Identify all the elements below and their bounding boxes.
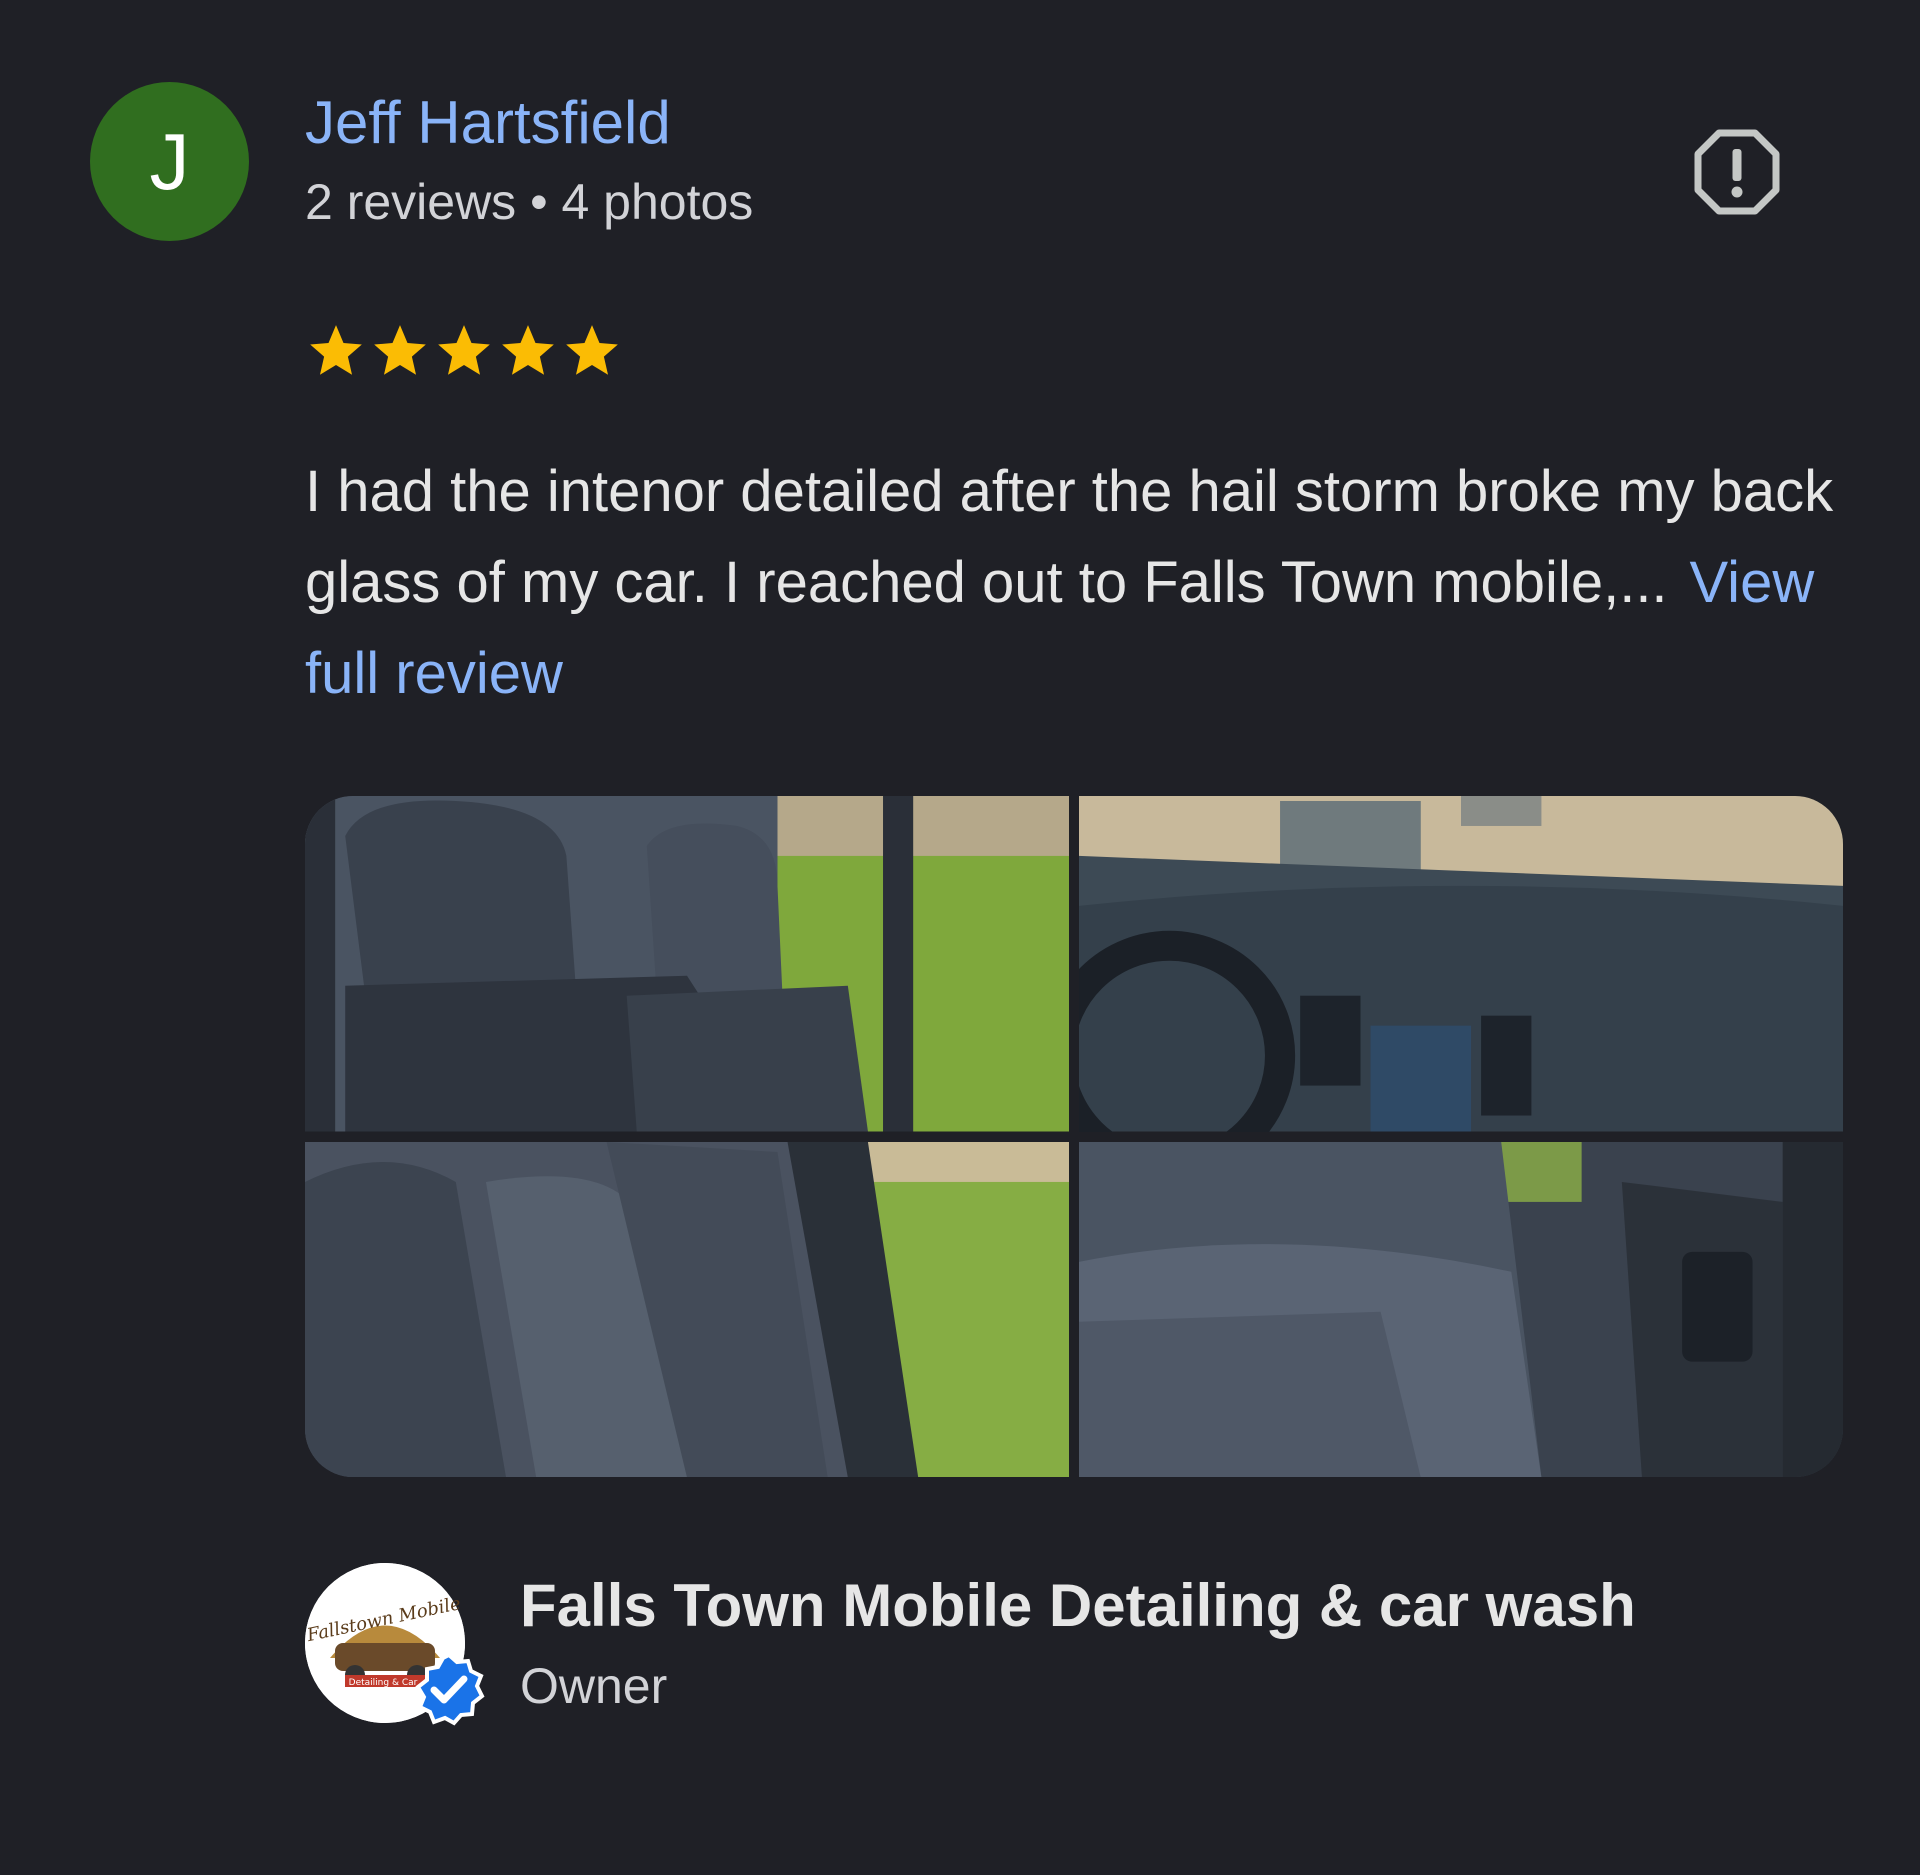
review-text: I had the intenor detailed after the hai… [305, 459, 1834, 615]
logo-subtext: Detailing & Car [349, 1678, 418, 1688]
reviewer-name-link[interactable]: Jeff Hartsfield [305, 88, 671, 158]
report-octagon-icon [1694, 129, 1780, 215]
owner-name: Falls Town Mobile Detailing & car wash [520, 1572, 1636, 1639]
report-review-button[interactable] [1692, 127, 1782, 217]
photo-car-dashboard-icon [1079, 796, 1843, 1132]
star-icon [438, 325, 490, 375]
verified-check-icon [415, 1652, 485, 1726]
avatar-letter: J [149, 116, 190, 206]
review-photo-grid [305, 796, 1843, 1477]
star-icon [374, 325, 426, 375]
verified-badge [412, 1652, 486, 1726]
reviewer-meta: 2 reviews • 4 photos [305, 174, 754, 230]
review-photo-4[interactable] [1079, 1141, 1843, 1477]
star-icon [502, 325, 554, 375]
star-icon [566, 325, 618, 375]
star-icon [310, 325, 362, 375]
review-body: I had the intenor detailed after the hai… [305, 446, 1865, 719]
owner-role: Owner [520, 1658, 668, 1714]
review-photo-1[interactable] [305, 796, 1069, 1132]
reviewer-avatar[interactable]: J [90, 82, 249, 241]
photo-car-front-seat-icon [1079, 1141, 1843, 1477]
photo-car-rear-seats-icon [305, 796, 1069, 1132]
review-photo-3[interactable] [305, 1141, 1069, 1477]
photo-car-back-seat-side-icon [305, 1141, 1069, 1477]
review-photo-2[interactable] [1079, 796, 1843, 1132]
star-rating [305, 320, 623, 380]
